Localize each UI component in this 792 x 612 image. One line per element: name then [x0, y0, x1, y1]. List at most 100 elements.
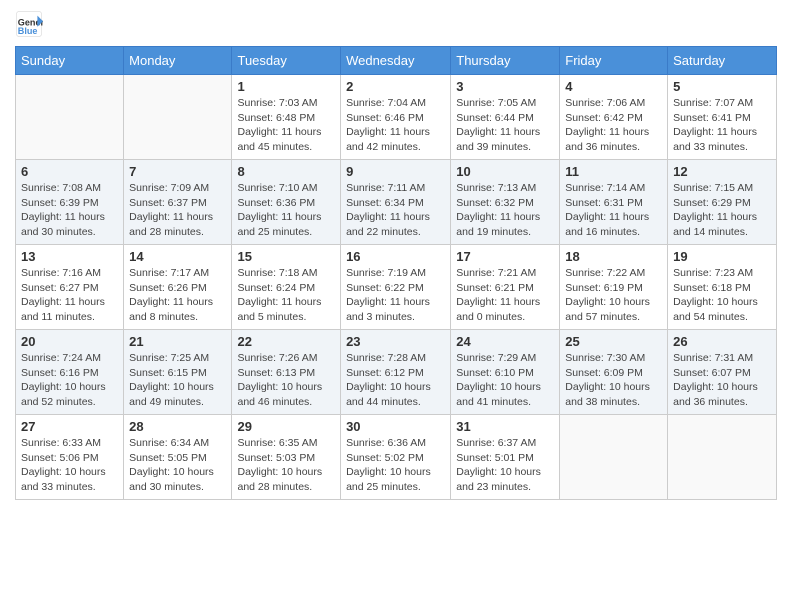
- weekday-header-tuesday: Tuesday: [232, 47, 341, 75]
- day-cell: 7 Sunrise: 7:09 AM Sunset: 6:37 PM Daylig…: [124, 160, 232, 245]
- day-info: Sunrise: 7:19 AM Sunset: 6:22 PM Dayligh…: [346, 266, 445, 325]
- day-number: 2: [346, 79, 445, 94]
- day-info: Sunrise: 7:06 AM Sunset: 6:42 PM Dayligh…: [565, 96, 662, 155]
- day-cell: 24 Sunrise: 7:29 AM Sunset: 6:10 PM Dayli…: [451, 330, 560, 415]
- day-info: Sunrise: 7:03 AM Sunset: 6:48 PM Dayligh…: [237, 96, 335, 155]
- day-cell: 23 Sunrise: 7:28 AM Sunset: 6:12 PM Dayli…: [341, 330, 451, 415]
- day-info: Sunrise: 7:14 AM Sunset: 6:31 PM Dayligh…: [565, 181, 662, 240]
- day-info: Sunrise: 6:33 AM Sunset: 5:06 PM Dayligh…: [21, 436, 118, 495]
- weekday-header-friday: Friday: [560, 47, 668, 75]
- day-cell: 29 Sunrise: 6:35 AM Sunset: 5:03 PM Dayli…: [232, 415, 341, 500]
- day-cell: 10 Sunrise: 7:13 AM Sunset: 6:32 PM Dayli…: [451, 160, 560, 245]
- week-row-5: 27 Sunrise: 6:33 AM Sunset: 5:06 PM Dayli…: [16, 415, 777, 500]
- day-info: Sunrise: 7:26 AM Sunset: 6:13 PM Dayligh…: [237, 351, 335, 410]
- day-number: 26: [673, 334, 771, 349]
- day-info: Sunrise: 7:28 AM Sunset: 6:12 PM Dayligh…: [346, 351, 445, 410]
- day-cell: 5 Sunrise: 7:07 AM Sunset: 6:41 PM Daylig…: [668, 75, 777, 160]
- day-cell: [560, 415, 668, 500]
- day-cell: 20Sunrise: 7:24 AM Sunset: 6:16 PM Dayli…: [16, 330, 124, 415]
- day-info: Sunrise: 7:18 AM Sunset: 6:24 PM Dayligh…: [237, 266, 335, 325]
- day-info: Sunrise: 7:08 AM Sunset: 6:39 PM Dayligh…: [21, 181, 118, 240]
- day-number: 27: [21, 419, 118, 434]
- day-cell: 19 Sunrise: 7:23 AM Sunset: 6:18 PM Dayli…: [668, 245, 777, 330]
- day-cell: 21 Sunrise: 7:25 AM Sunset: 6:15 PM Dayli…: [124, 330, 232, 415]
- day-cell: [124, 75, 232, 160]
- day-cell: 9 Sunrise: 7:11 AM Sunset: 6:34 PM Daylig…: [341, 160, 451, 245]
- day-number: 10: [456, 164, 554, 179]
- day-cell: 2 Sunrise: 7:04 AM Sunset: 6:46 PM Daylig…: [341, 75, 451, 160]
- day-number: 9: [346, 164, 445, 179]
- day-info: Sunrise: 7:13 AM Sunset: 6:32 PM Dayligh…: [456, 181, 554, 240]
- logo-icon: General Blue: [15, 10, 43, 38]
- day-cell: 1 Sunrise: 7:03 AM Sunset: 6:48 PM Daylig…: [232, 75, 341, 160]
- day-number: 4: [565, 79, 662, 94]
- day-number: 28: [129, 419, 226, 434]
- day-info: Sunrise: 7:25 AM Sunset: 6:15 PM Dayligh…: [129, 351, 226, 410]
- day-info: Sunrise: 7:23 AM Sunset: 6:18 PM Dayligh…: [673, 266, 771, 325]
- day-info: Sunrise: 7:11 AM Sunset: 6:34 PM Dayligh…: [346, 181, 445, 240]
- weekday-header-saturday: Saturday: [668, 47, 777, 75]
- day-info: Sunrise: 7:04 AM Sunset: 6:46 PM Dayligh…: [346, 96, 445, 155]
- day-number: 5: [673, 79, 771, 94]
- header: General Blue: [15, 10, 777, 38]
- day-info: Sunrise: 7:21 AM Sunset: 6:21 PM Dayligh…: [456, 266, 554, 325]
- day-cell: 13 Sunrise: 7:16 AM Sunset: 6:27 PM Dayli…: [16, 245, 124, 330]
- logo: General Blue: [15, 10, 45, 38]
- day-cell: 31 Sunrise: 6:37 AM Sunset: 5:01 PM Dayli…: [451, 415, 560, 500]
- weekday-header-wednesday: Wednesday: [341, 47, 451, 75]
- day-number: 22: [237, 334, 335, 349]
- day-number: 18: [565, 249, 662, 264]
- day-number: 25: [565, 334, 662, 349]
- day-number: 21: [129, 334, 226, 349]
- day-number: 8: [237, 164, 335, 179]
- day-number: 31: [456, 419, 554, 434]
- day-number: 3: [456, 79, 554, 94]
- day-number: 29: [237, 419, 335, 434]
- weekday-header-sunday: Sunday: [16, 47, 124, 75]
- day-number: 13: [21, 249, 118, 264]
- day-info: Sunrise: 7:30 AM Sunset: 6:09 PM Dayligh…: [565, 351, 662, 410]
- weekday-header-monday: Monday: [124, 47, 232, 75]
- weekday-header-row: SundayMondayTuesdayWednesdayThursdayFrid…: [16, 47, 777, 75]
- calendar-table: SundayMondayTuesdayWednesdayThursdayFrid…: [15, 46, 777, 500]
- day-info: Sunrise: 7:10 AM Sunset: 6:36 PM Dayligh…: [237, 181, 335, 240]
- day-info: Sunrise: 7:29 AM Sunset: 6:10 PM Dayligh…: [456, 351, 554, 410]
- day-cell: 4 Sunrise: 7:06 AM Sunset: 6:42 PM Daylig…: [560, 75, 668, 160]
- day-number: 1: [237, 79, 335, 94]
- day-number: 15: [237, 249, 335, 264]
- day-info: Sunrise: 7:24 AM Sunset: 6:16 PM Dayligh…: [21, 351, 118, 410]
- day-info: Sunrise: 7:22 AM Sunset: 6:19 PM Dayligh…: [565, 266, 662, 325]
- day-cell: 15 Sunrise: 7:18 AM Sunset: 6:24 PM Dayli…: [232, 245, 341, 330]
- day-cell: 11 Sunrise: 7:14 AM Sunset: 6:31 PM Dayli…: [560, 160, 668, 245]
- day-cell: 26Sunrise: 7:31 AM Sunset: 6:07 PM Dayli…: [668, 330, 777, 415]
- day-info: Sunrise: 7:07 AM Sunset: 6:41 PM Dayligh…: [673, 96, 771, 155]
- day-cell: 16 Sunrise: 7:19 AM Sunset: 6:22 PM Dayli…: [341, 245, 451, 330]
- svg-text:Blue: Blue: [18, 26, 38, 36]
- day-info: Sunrise: 7:15 AM Sunset: 6:29 PM Dayligh…: [673, 181, 771, 240]
- week-row-2: 6 Sunrise: 7:08 AM Sunset: 6:39 PM Daylig…: [16, 160, 777, 245]
- day-info: Sunrise: 6:36 AM Sunset: 5:02 PM Dayligh…: [346, 436, 445, 495]
- day-info: Sunrise: 7:16 AM Sunset: 6:27 PM Dayligh…: [21, 266, 118, 325]
- page: General Blue SundayMondayTuesdayWednesda…: [0, 0, 792, 612]
- day-info: Sunrise: 7:17 AM Sunset: 6:26 PM Dayligh…: [129, 266, 226, 325]
- day-number: 11: [565, 164, 662, 179]
- day-cell: [668, 415, 777, 500]
- day-number: 7: [129, 164, 226, 179]
- day-number: 16: [346, 249, 445, 264]
- week-row-3: 13 Sunrise: 7:16 AM Sunset: 6:27 PM Dayli…: [16, 245, 777, 330]
- day-number: 23: [346, 334, 445, 349]
- day-number: 14: [129, 249, 226, 264]
- day-cell: 12Sunrise: 7:15 AM Sunset: 6:29 PM Dayli…: [668, 160, 777, 245]
- day-cell: [16, 75, 124, 160]
- day-number: 19: [673, 249, 771, 264]
- day-number: 6: [21, 164, 118, 179]
- day-info: Sunrise: 7:09 AM Sunset: 6:37 PM Dayligh…: [129, 181, 226, 240]
- day-cell: 25 Sunrise: 7:30 AM Sunset: 6:09 PM Dayli…: [560, 330, 668, 415]
- day-info: Sunrise: 6:35 AM Sunset: 5:03 PM Dayligh…: [237, 436, 335, 495]
- day-cell: 28 Sunrise: 6:34 AM Sunset: 5:05 PM Dayli…: [124, 415, 232, 500]
- day-number: 17: [456, 249, 554, 264]
- day-info: Sunrise: 6:37 AM Sunset: 5:01 PM Dayligh…: [456, 436, 554, 495]
- day-cell: 22 Sunrise: 7:26 AM Sunset: 6:13 PM Dayli…: [232, 330, 341, 415]
- day-info: Sunrise: 6:34 AM Sunset: 5:05 PM Dayligh…: [129, 436, 226, 495]
- day-number: 24: [456, 334, 554, 349]
